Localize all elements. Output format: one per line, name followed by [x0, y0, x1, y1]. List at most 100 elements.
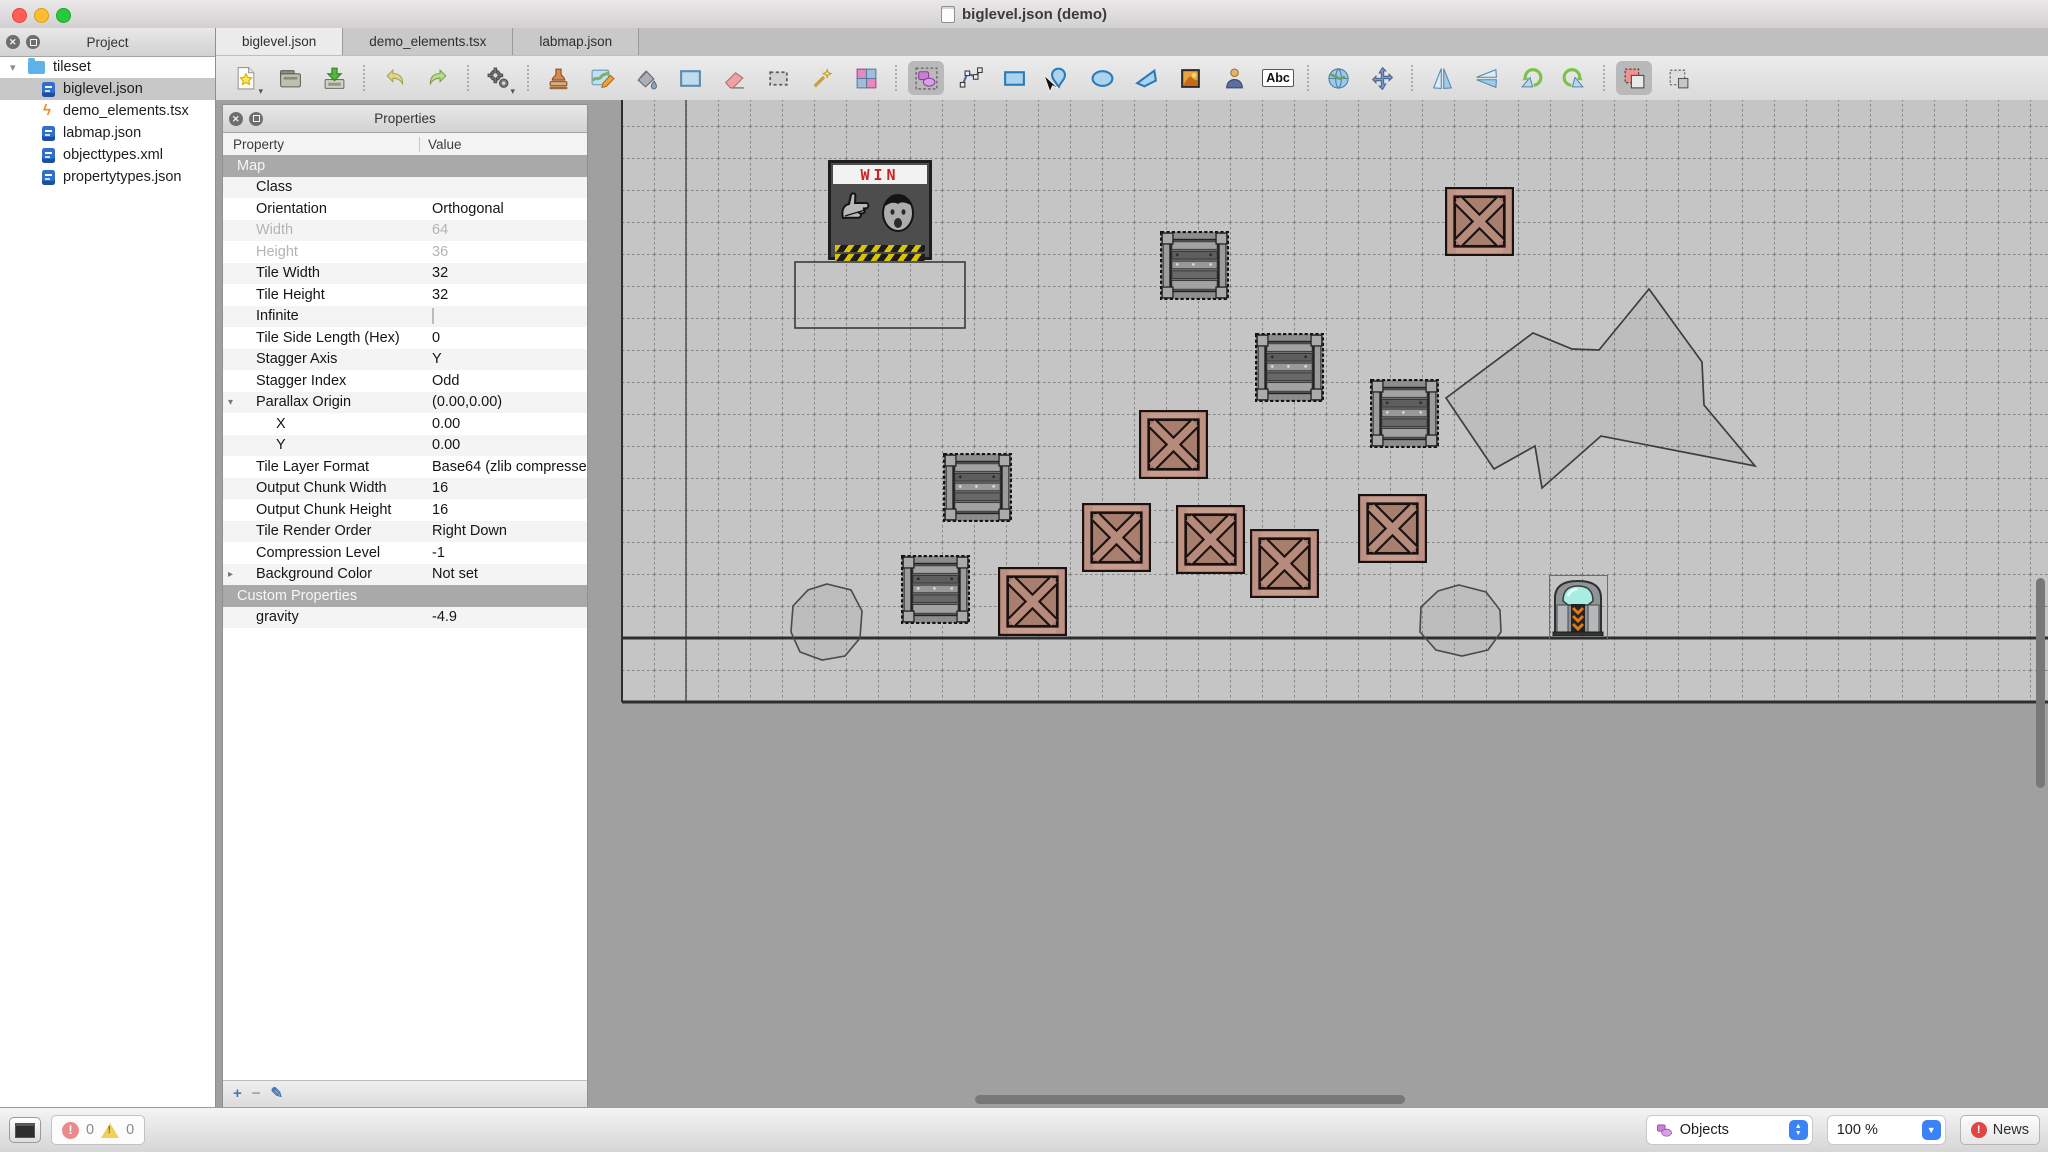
property-value[interactable]: 0.00: [423, 416, 587, 432]
property-value[interactable]: Right Down: [423, 523, 587, 539]
bucket-fill-button[interactable]: [628, 61, 664, 95]
redo-button[interactable]: [420, 61, 456, 95]
vertical-scrollbar[interactable]: [2036, 578, 2045, 788]
new-file-button[interactable]: ▾: [228, 61, 264, 95]
wood-crate-tile[interactable]: [1082, 503, 1151, 572]
property-row-X[interactable]: X0.00: [223, 413, 587, 435]
metal-crate-tile[interactable]: [1370, 379, 1439, 448]
highlight-current-layer-button[interactable]: [1616, 61, 1652, 95]
property-row-Stagger Index[interactable]: Stagger IndexOdd: [223, 370, 587, 392]
ellipse-object-2[interactable]: [1420, 585, 1501, 656]
save-file-button[interactable]: [316, 61, 352, 95]
property-row-Output Chunk Height[interactable]: Output Chunk Height16: [223, 499, 587, 521]
portal-tile[interactable]: [1552, 578, 1604, 641]
property-value[interactable]: 0.00: [423, 437, 587, 453]
insert-text-button[interactable]: Abc: [1260, 61, 1296, 95]
property-value[interactable]: 36: [423, 244, 587, 260]
console-toggle-button[interactable]: [9, 1117, 41, 1143]
map-view[interactable]: [592, 100, 2048, 1108]
dropdown-chevron-icon[interactable]: ▾: [258, 86, 263, 97]
insert-tile-button[interactable]: [1172, 61, 1208, 95]
map-canvas[interactable]: WIN: [592, 100, 2048, 1108]
property-row-Tile Height[interactable]: Tile Height32: [223, 284, 587, 306]
zoom-dropdown[interactable]: 100 % ▼: [1827, 1115, 1946, 1145]
layer-selector-dropdown[interactable]: Objects ▲▼: [1646, 1115, 1813, 1145]
horizontal-scrollbar[interactable]: [975, 1095, 1405, 1104]
wood-crate-tile[interactable]: [1445, 187, 1514, 256]
eraser-button[interactable]: [716, 61, 752, 95]
undo-button[interactable]: [376, 61, 412, 95]
property-row-gravity[interactable]: gravity-4.9: [223, 607, 587, 629]
insert-polygon-button[interactable]: [1128, 61, 1164, 95]
property-row-Width[interactable]: Width64: [223, 220, 587, 242]
edit-polygons-button[interactable]: [952, 61, 988, 95]
property-value[interactable]: [423, 308, 587, 324]
tree-item-biglevel.json[interactable]: biglevel.json: [0, 78, 215, 100]
tab-biglevel.json[interactable]: biglevel.json: [216, 28, 343, 55]
insert-ellipse-button[interactable]: [1084, 61, 1120, 95]
property-row-Tile Width[interactable]: Tile Width32: [223, 263, 587, 285]
property-value[interactable]: -4.9: [423, 609, 587, 625]
issues-counter[interactable]: ! 0 0: [51, 1115, 145, 1145]
property-value[interactable]: Orthogonal: [423, 201, 587, 217]
checkbox-unchecked[interactable]: [432, 308, 434, 324]
wood-crate-tile[interactable]: [1176, 505, 1245, 574]
insert-rectangle-button[interactable]: [996, 61, 1032, 95]
tree-item-propertytypes.json[interactable]: propertytypes.json: [0, 166, 215, 188]
shape-fill-button[interactable]: [672, 61, 708, 95]
wood-crate-tile[interactable]: [998, 567, 1067, 636]
chevron-right-icon[interactable]: ▸: [223, 569, 242, 580]
wood-crate-tile[interactable]: [1139, 410, 1208, 479]
tree-item-labmap.json[interactable]: labmap.json: [0, 122, 215, 144]
metal-crate-tile[interactable]: [1160, 231, 1229, 300]
dropdown-chevron-icon[interactable]: ▾: [510, 86, 515, 97]
chevron-down-icon[interactable]: ▾: [223, 397, 242, 408]
property-value[interactable]: 0: [423, 330, 587, 346]
show-tile-collisions-button[interactable]: [1660, 61, 1696, 95]
metal-crate-tile[interactable]: [901, 555, 970, 624]
win-sign-tile[interactable]: WIN: [828, 160, 932, 260]
property-value[interactable]: 16: [423, 502, 587, 518]
property-value[interactable]: Not set: [423, 566, 587, 582]
tree-item-tileset[interactable]: ▾tileset: [0, 56, 215, 78]
add-property-button[interactable]: +: [233, 1086, 242, 1102]
close-icon[interactable]: ✕: [229, 112, 243, 126]
property-row-Height[interactable]: Height36: [223, 241, 587, 263]
move-maps-button[interactable]: [1364, 61, 1400, 95]
property-row-Tile Layer Format[interactable]: Tile Layer FormatBase64 (zlib compresse…: [223, 456, 587, 478]
metal-crate-tile[interactable]: [1255, 333, 1324, 402]
property-row-Stagger Axis[interactable]: Stagger AxisY: [223, 349, 587, 371]
insert-point-button[interactable]: [1040, 61, 1076, 95]
tab-labmap.json[interactable]: labmap.json: [513, 28, 639, 55]
flip-horizontal-button[interactable]: [1424, 61, 1460, 95]
tree-item-objecttypes.xml[interactable]: objecttypes.xml: [0, 144, 215, 166]
property-row-Background Color[interactable]: ▸Background ColorNot set: [223, 564, 587, 586]
property-value[interactable]: 64: [423, 222, 587, 238]
property-value[interactable]: 32: [423, 265, 587, 281]
terrain-brush-button[interactable]: [584, 61, 620, 95]
wood-crate-tile[interactable]: [1358, 494, 1427, 563]
rotate-left-button[interactable]: [1512, 61, 1548, 95]
flip-vertical-button[interactable]: [1468, 61, 1504, 95]
property-row-Infinite[interactable]: Infinite: [223, 306, 587, 328]
wood-crate-tile[interactable]: [1250, 529, 1319, 598]
automapping-button[interactable]: ▾: [480, 61, 516, 95]
open-file-button[interactable]: [272, 61, 308, 95]
property-value[interactable]: Y: [423, 351, 587, 367]
chevron-down-icon[interactable]: ▾: [10, 61, 22, 74]
property-value[interactable]: -1: [423, 545, 587, 561]
property-value[interactable]: Base64 (zlib compresse…: [423, 459, 587, 475]
tab-demo_elements.tsx[interactable]: demo_elements.tsx: [343, 28, 513, 55]
select-objects-button[interactable]: [908, 61, 944, 95]
float-icon[interactable]: [249, 112, 263, 126]
property-row-Y[interactable]: Y0.00: [223, 435, 587, 457]
property-row-Class[interactable]: Class: [223, 177, 587, 199]
tree-item-demo_elements.tsx[interactable]: demo_elements.tsx: [0, 100, 215, 122]
property-value[interactable]: (0.00,0.00): [423, 394, 587, 410]
property-row-Compression Level[interactable]: Compression Level-1: [223, 542, 587, 564]
float-icon[interactable]: [26, 35, 40, 49]
property-row-Orientation[interactable]: OrientationOrthogonal: [223, 198, 587, 220]
property-row-Output Chunk Width[interactable]: Output Chunk Width16: [223, 478, 587, 500]
close-icon[interactable]: ✕: [6, 35, 20, 49]
insert-template-button[interactable]: [1216, 61, 1252, 95]
